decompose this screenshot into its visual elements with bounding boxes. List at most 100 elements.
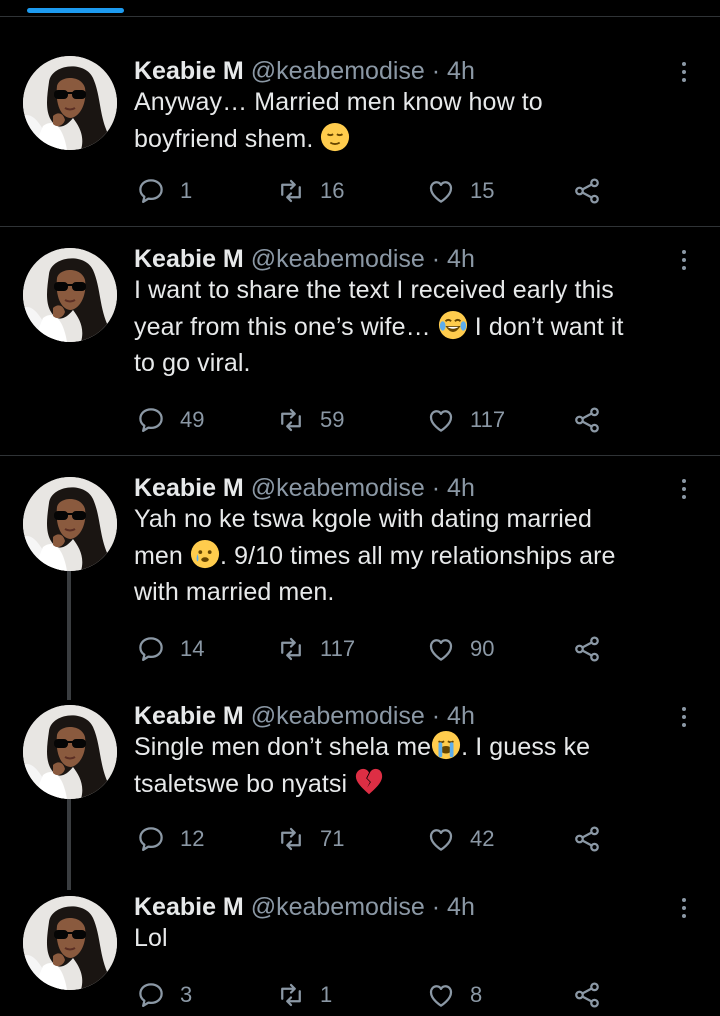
heart-icon <box>426 980 456 1010</box>
author-name[interactable]: Keabie M <box>134 474 244 502</box>
reply-count: 3 <box>180 982 193 1007</box>
share-button[interactable] <box>572 176 616 206</box>
share-button[interactable] <box>572 405 616 435</box>
sad-sweat-face-emoji-icon <box>190 539 220 569</box>
reply-icon <box>136 176 166 206</box>
tweet-actions: 1 16 15 <box>134 176 614 206</box>
like-button[interactable]: 42 <box>426 824 494 854</box>
like-count: 42 <box>470 826 495 851</box>
share-button[interactable] <box>572 824 616 854</box>
retweet-count: 117 <box>320 636 356 661</box>
author-name[interactable]: Keabie M <box>134 57 244 85</box>
broken-heart-emoji-icon <box>354 767 384 797</box>
reply-count: 12 <box>180 826 205 851</box>
heart-icon <box>426 176 456 206</box>
thread-connector <box>67 568 71 700</box>
tweet-time[interactable]: 4h <box>447 893 475 921</box>
retweet-button[interactable]: 16 <box>276 176 344 206</box>
retweet-count: 71 <box>320 826 345 851</box>
retweet-button[interactable]: 1 <box>276 980 332 1010</box>
retweet-button[interactable]: 117 <box>276 634 355 664</box>
avatar[interactable] <box>23 477 117 571</box>
tweet-line-with-emoji: tsaletswe bo nyatsi <box>134 766 704 803</box>
relieved-face-emoji-icon <box>320 122 350 152</box>
share-icon <box>572 824 602 854</box>
tweet-actions: 12 71 42 <box>134 824 614 854</box>
avatar[interactable] <box>23 705 117 799</box>
retweet-button[interactable]: 71 <box>276 824 344 854</box>
reply-button[interactable]: 3 <box>136 980 192 1010</box>
like-count: 8 <box>470 982 483 1007</box>
heart-icon <box>426 634 456 664</box>
like-button[interactable]: 90 <box>426 634 494 664</box>
tweet-text: Lol <box>134 920 704 957</box>
tweet-header: Keabie M @keabemodise · 4h <box>134 890 475 924</box>
more-options-icon[interactable] <box>680 707 688 731</box>
author-handle[interactable]: @keabemodise <box>251 57 425 85</box>
tweet-text: Yah no ke tswa kgole with dating married… <box>134 501 704 611</box>
author-handle[interactable]: @keabemodise <box>251 702 425 730</box>
more-options-icon[interactable] <box>680 479 688 503</box>
author-name[interactable]: Keabie M <box>134 245 244 273</box>
reply-button[interactable]: 1 <box>136 176 192 206</box>
share-button[interactable] <box>572 980 616 1010</box>
like-button[interactable]: 8 <box>426 980 482 1010</box>
retweet-icon <box>276 980 306 1010</box>
tweet-line: tsaletswe bo nyatsi <box>134 769 348 798</box>
separator-dot: · <box>431 245 441 273</box>
avatar[interactable] <box>23 248 117 342</box>
tweet-line-with-emoji: year from this one’s wife… I don’t want … <box>134 309 704 346</box>
like-button[interactable]: 117 <box>426 405 505 435</box>
tweet-time[interactable]: 4h <box>447 57 475 85</box>
share-icon <box>572 405 602 435</box>
tweet-line: I want to share the text I received earl… <box>134 276 614 304</box>
heart-icon <box>426 824 456 854</box>
tweet-text: Anyway… Married men know how to boyfrien… <box>134 84 704 157</box>
avatar[interactable] <box>23 56 117 150</box>
reply-icon <box>136 405 166 435</box>
share-button[interactable] <box>572 634 616 664</box>
like-count: 90 <box>470 636 495 661</box>
more-options-icon[interactable] <box>680 62 688 86</box>
author-handle[interactable]: @keabemodise <box>251 474 425 502</box>
author-name[interactable]: Keabie M <box>134 702 244 730</box>
reply-icon <box>136 634 166 664</box>
tweet-time[interactable]: 4h <box>447 245 475 273</box>
tweet-line: boyfriend shem. <box>134 124 314 153</box>
author-handle[interactable]: @keabemodise <box>251 893 425 921</box>
more-options-icon[interactable] <box>680 898 688 922</box>
tweet-line: men <box>134 541 183 570</box>
tweet-line-with-emoji: Single men don’t shela me . I guess ke <box>134 729 704 766</box>
reply-button[interactable]: 49 <box>136 405 204 435</box>
share-icon <box>572 980 602 1010</box>
tweet-line: Yah no ke tswa kgole with dating married <box>134 505 592 533</box>
tweet-actions: 49 59 117 <box>134 405 614 435</box>
reply-button[interactable]: 12 <box>136 824 204 854</box>
retweet-button[interactable]: 59 <box>276 405 344 435</box>
tweet-time[interactable]: 4h <box>447 474 475 502</box>
separator-dot: · <box>431 57 441 85</box>
tweet-header: Keabie M @keabemodise · 4h <box>134 54 475 88</box>
like-button[interactable]: 15 <box>426 176 494 206</box>
tweet-actions: 3 1 8 <box>134 980 614 1010</box>
tweet-text: Single men don’t shela me . I guess ke ts… <box>134 729 704 802</box>
avatar[interactable] <box>23 896 117 990</box>
retweet-count: 16 <box>320 178 345 203</box>
reply-button[interactable]: 14 <box>136 634 204 664</box>
retweet-icon <box>276 634 306 664</box>
more-options-icon[interactable] <box>680 250 688 274</box>
divider <box>0 226 720 227</box>
tweet-time[interactable]: 4h <box>447 702 475 730</box>
heart-icon <box>426 405 456 435</box>
tweet-line: Anyway… Married men know how to <box>134 88 543 116</box>
reply-count: 14 <box>180 636 205 661</box>
tweet-line-with-emoji: men . 9/10 times all my relationships ar… <box>134 538 704 575</box>
tweet-line: Single men don’t shela me <box>134 733 432 761</box>
tweet-actions: 14 117 90 <box>134 634 614 664</box>
author-handle[interactable]: @keabemodise <box>251 245 425 273</box>
retweet-count: 59 <box>320 407 345 432</box>
tears-of-joy-emoji-icon <box>438 310 468 340</box>
retweet-icon <box>276 405 306 435</box>
author-name[interactable]: Keabie M <box>134 893 244 921</box>
retweet-icon <box>276 176 306 206</box>
